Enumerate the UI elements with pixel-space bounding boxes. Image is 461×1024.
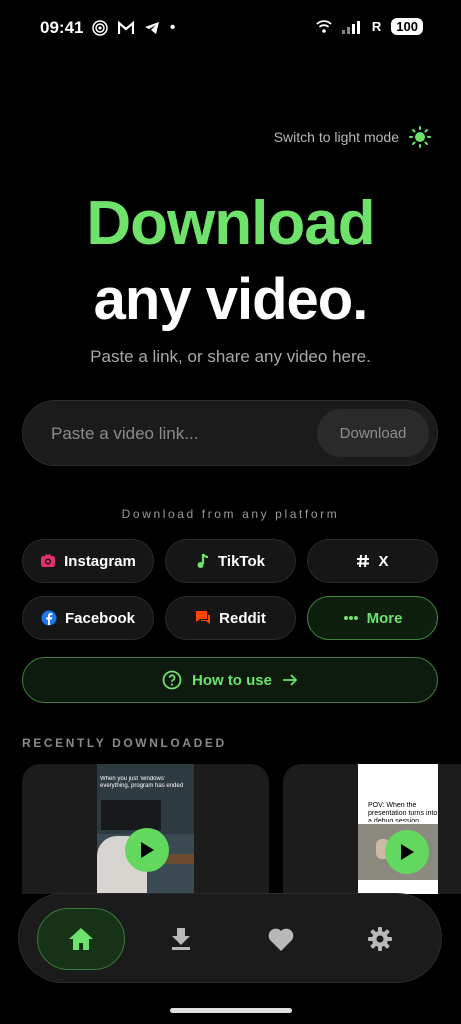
wifi-icon xyxy=(316,19,332,33)
status-bar: 09:41 • R 100 xyxy=(0,0,461,58)
more-notifications-dot: • xyxy=(170,19,176,36)
platform-label: TikTok xyxy=(218,552,265,570)
video-thumbnail: POV: When the presentation turns into a … xyxy=(358,764,438,894)
platform-instagram-button[interactable]: Instagram xyxy=(22,539,154,583)
platforms-label: Download from any platform xyxy=(121,507,340,521)
how-to-use-button[interactable]: How to use xyxy=(22,657,438,703)
platform-more-button[interactable]: More xyxy=(307,596,438,640)
platform-label: Reddit xyxy=(219,609,266,627)
theme-toggle[interactable]: Switch to light mode xyxy=(274,126,431,148)
download-icon xyxy=(172,928,190,950)
platform-label: X xyxy=(378,552,389,570)
gear-icon xyxy=(368,927,392,951)
network-type: R xyxy=(371,19,382,34)
heart-icon xyxy=(268,928,294,951)
facebook-icon xyxy=(41,610,57,626)
platform-label: Facebook xyxy=(64,609,136,627)
play-icon xyxy=(401,844,414,860)
how-to-use-label: How to use xyxy=(191,671,272,689)
platform-tiktok-button[interactable]: TikTok xyxy=(165,539,296,583)
nav-downloads[interactable] xyxy=(137,908,225,970)
more-dots-icon xyxy=(343,616,358,620)
gmail-icon xyxy=(118,20,134,34)
download-button[interactable]: Download xyxy=(317,409,429,457)
platform-facebook-button[interactable]: Facebook xyxy=(22,596,154,640)
platform-label: More xyxy=(366,609,403,627)
home-icon xyxy=(69,928,93,950)
recent-video-card[interactable]: When you just 'windows' everything, prog… xyxy=(22,764,269,894)
play-button[interactable] xyxy=(385,830,429,874)
platform-reddit-button[interactable]: Reddit xyxy=(165,596,296,640)
play-icon xyxy=(141,842,154,858)
hero-subtitle: Paste a link, or share any video here. xyxy=(90,347,371,366)
help-circle-icon xyxy=(162,670,182,690)
hero-title-line1: Download xyxy=(86,189,375,258)
status-system-icons: R 100 xyxy=(316,18,423,35)
battery-indicator: 100 xyxy=(391,18,423,35)
sun-icon xyxy=(409,126,431,148)
platform-label: Instagram xyxy=(64,552,136,570)
platform-x-button[interactable]: X xyxy=(307,539,438,583)
nav-settings[interactable] xyxy=(336,908,424,970)
home-indicator xyxy=(170,1008,292,1013)
theme-toggle-label: Switch to light mode xyxy=(273,129,399,145)
play-button[interactable] xyxy=(125,828,169,872)
bottom-navigation xyxy=(18,893,442,983)
recent-downloads-label: RECENTLY DOWNLOADED xyxy=(22,736,227,750)
tiktok-note-icon xyxy=(197,553,209,568)
thumbnail-caption: When you just 'windows' everything, prog… xyxy=(100,776,184,789)
status-notification-icons: • xyxy=(92,19,175,36)
hash-icon xyxy=(357,554,370,568)
instagram-icon xyxy=(41,554,56,567)
video-link-input-container: Download xyxy=(22,400,438,466)
signal-icon xyxy=(341,20,360,34)
nav-favorites[interactable] xyxy=(237,908,325,970)
arrow-right-icon xyxy=(283,674,298,686)
nav-home[interactable] xyxy=(37,908,125,970)
video-link-input[interactable] xyxy=(49,417,313,451)
recent-video-card[interactable]: POV: When the presentation turns into a … xyxy=(283,764,461,894)
status-time: 09:41 xyxy=(40,18,84,37)
telegram-icon xyxy=(145,21,159,34)
hero-title-line2: any video. xyxy=(93,267,369,332)
hotspot-icon xyxy=(92,19,108,36)
thumbnail-caption: POV: When the presentation turns into a … xyxy=(368,802,438,822)
reddit-chat-icon xyxy=(196,611,211,624)
